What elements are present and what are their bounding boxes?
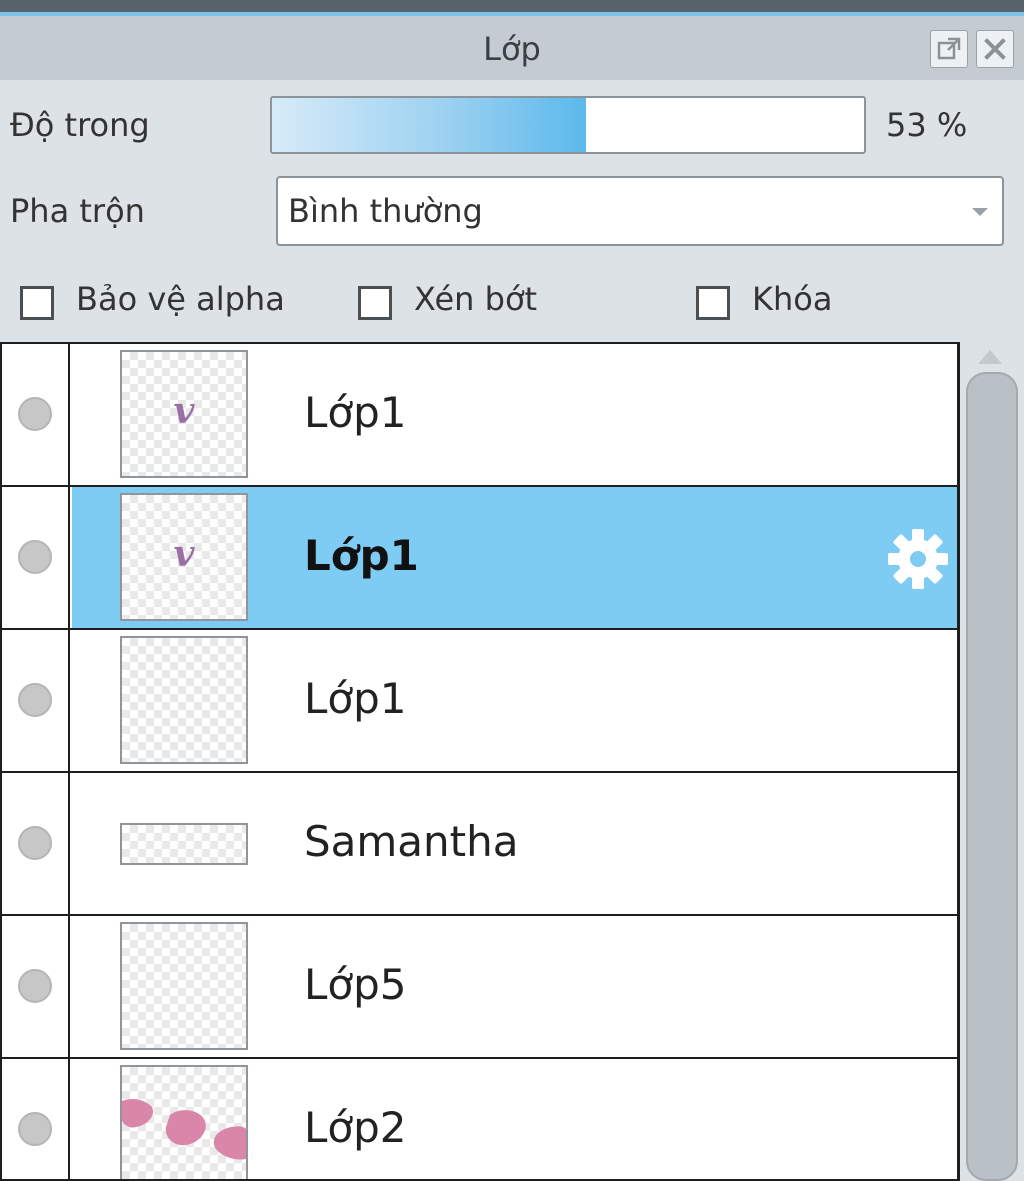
visibility-toggle[interactable] (2, 344, 70, 485)
layer-thumbnail (120, 922, 248, 1050)
opacity-label: Độ trong (10, 106, 150, 144)
layer-row[interactable]: Lớp5 (2, 916, 957, 1059)
visibility-toggle[interactable] (2, 1059, 70, 1179)
lock-label: Khóa (752, 280, 833, 318)
layer-name: Lớp5 (304, 960, 407, 1009)
layer-row-body[interactable]: v Lớp1 (72, 344, 957, 485)
chevron-down-icon (972, 208, 988, 216)
pattern-thumbnail-image (122, 1099, 246, 1160)
layer-name: Lớp2 (304, 1103, 407, 1152)
opacity-slider[interactable] (270, 96, 866, 154)
layer-thumbnail (120, 636, 248, 764)
layer-row-body[interactable]: v Lớp1 (72, 487, 957, 628)
layer-list: v Lớp1 v Lớp1 Lớp1 Samantha Lớp5 Lớp2 (0, 342, 960, 1181)
float-window-icon (937, 37, 961, 60)
opacity-slider-fill (272, 98, 586, 152)
layer-row[interactable]: Lớp1 (2, 630, 957, 773)
close-button[interactable] (976, 30, 1014, 68)
layer-row-body[interactable]: Lớp5 (72, 916, 957, 1057)
lock-checkbox[interactable] (696, 286, 730, 320)
visibility-toggle[interactable] (2, 916, 70, 1057)
float-window-button[interactable] (930, 30, 968, 68)
blend-mode-select[interactable]: Bình thường (276, 176, 1004, 246)
close-icon (984, 38, 1006, 60)
layer-row[interactable]: Samantha (2, 773, 957, 916)
visibility-dot-icon (18, 1112, 52, 1146)
clipping-checkbox[interactable] (358, 286, 392, 320)
window-top-bar (0, 0, 1024, 12)
scrollbar-thumb[interactable] (966, 372, 1018, 1181)
layer-name: Samantha (304, 817, 519, 866)
layer-thumbnail: v (120, 493, 248, 621)
protect-alpha-label: Bảo vệ alpha (76, 280, 285, 318)
visibility-toggle[interactable] (2, 773, 70, 914)
layer-row-body[interactable]: Lớp1 (72, 630, 957, 771)
panel-title: Lớp (483, 30, 541, 68)
blend-mode-value: Bình thường (288, 192, 483, 230)
layer-row-body[interactable]: Samantha (72, 773, 957, 914)
layer-row-body[interactable]: Lớp2 (72, 1059, 957, 1179)
visibility-dot-icon (18, 540, 52, 574)
visibility-dot-icon (18, 683, 52, 717)
layer-thumbnail (120, 1065, 248, 1179)
layer-name: Lớp1 (304, 531, 419, 580)
layer-thumbnail (120, 823, 248, 865)
protect-alpha-checkbox[interactable] (20, 286, 54, 320)
layer-name: Lớp1 (304, 674, 407, 723)
opacity-value: 53 % (886, 106, 968, 144)
layer-row-selected[interactable]: v Lớp1 (2, 487, 957, 630)
gear-icon[interactable] (884, 525, 952, 593)
visibility-toggle[interactable] (2, 487, 70, 628)
visibility-dot-icon (18, 397, 52, 431)
panel-title-bar: Lớp (0, 16, 1024, 80)
visibility-toggle[interactable] (2, 630, 70, 771)
visibility-dot-icon (18, 969, 52, 1003)
layer-name: Lớp1 (304, 388, 407, 437)
blend-mode-label: Pha trộn (10, 192, 145, 230)
clipping-label: Xén bớt (414, 280, 538, 318)
layer-row[interactable]: v Lớp1 (2, 344, 957, 487)
visibility-dot-icon (18, 826, 52, 860)
scroll-up-arrow-icon[interactable] (978, 350, 1002, 364)
layer-thumbnail: v (120, 350, 248, 478)
layer-row[interactable]: Lớp2 (2, 1059, 957, 1179)
